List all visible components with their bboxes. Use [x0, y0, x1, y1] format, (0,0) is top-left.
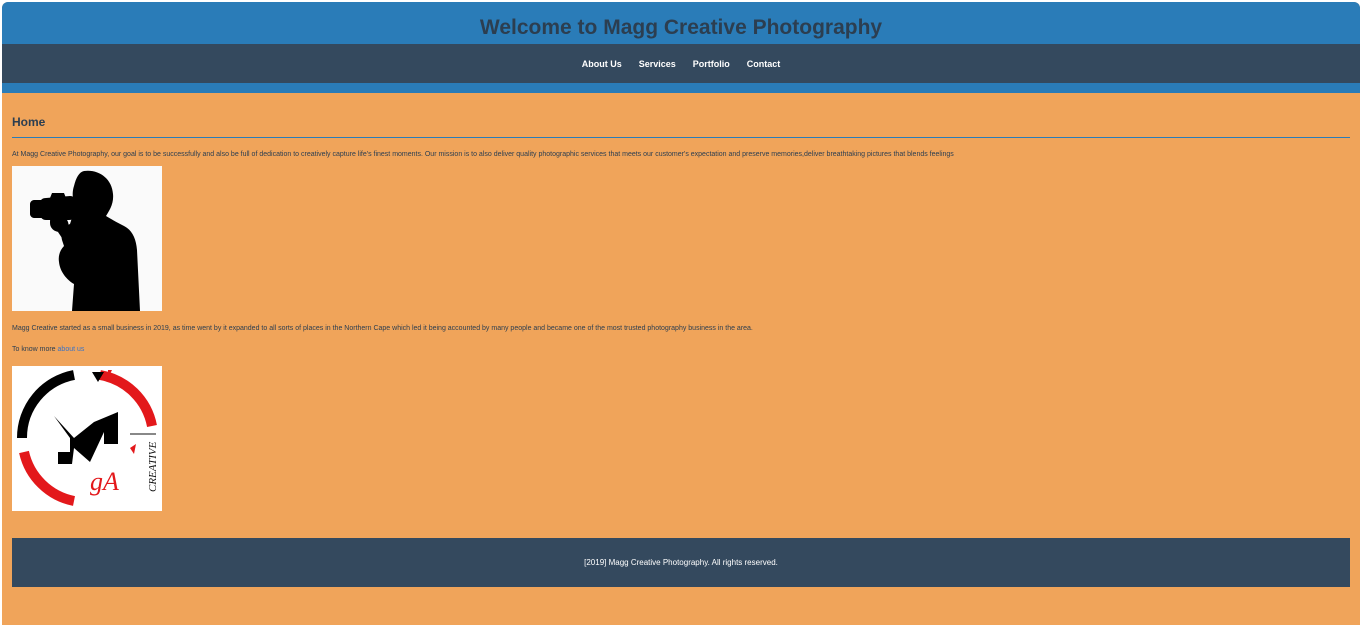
- page: Welcome to Magg Creative Photography Abo…: [2, 2, 1360, 625]
- photographer-silhouette-image: [12, 166, 162, 311]
- footer-copyright: [2019] Magg Creative Photography. All ri…: [584, 557, 778, 567]
- nav-link-about-us[interactable]: About Us: [582, 58, 622, 70]
- nav-link-services[interactable]: Services: [639, 58, 676, 70]
- know-more-text: To know more: [12, 346, 58, 353]
- know-more-line: To know more about us: [12, 333, 1350, 354]
- site-header: Welcome to Magg Creative Photography: [2, 2, 1360, 44]
- site-footer: [2019] Magg Creative Photography. All ri…: [12, 538, 1350, 587]
- nav-accent-strip: [2, 83, 1360, 93]
- logo-letters: gA: [90, 467, 119, 496]
- main-content: Home At Magg Creative Photography, our g…: [2, 93, 1360, 511]
- about-us-link[interactable]: about us: [58, 346, 85, 353]
- photographer-silhouette-graphic: [12, 166, 162, 311]
- main-nav: About Us Services Portfolio Contact: [2, 44, 1360, 83]
- nav-link-contact[interactable]: Contact: [747, 58, 781, 70]
- magg-creative-logo-graphic: gA CREATIVE: [12, 366, 162, 511]
- site-title: Welcome to Magg Creative Photography: [479, 16, 883, 39]
- logo-word: CREATIVE: [147, 441, 159, 492]
- intro-paragraph: At Magg Creative Photography, our goal i…: [12, 151, 954, 158]
- magg-creative-logo: gA CREATIVE: [12, 366, 162, 511]
- section-title: Home: [12, 115, 46, 129]
- nav-link-portfolio[interactable]: Portfolio: [693, 58, 730, 70]
- history-paragraph: Magg Creative started as a small busines…: [12, 325, 753, 332]
